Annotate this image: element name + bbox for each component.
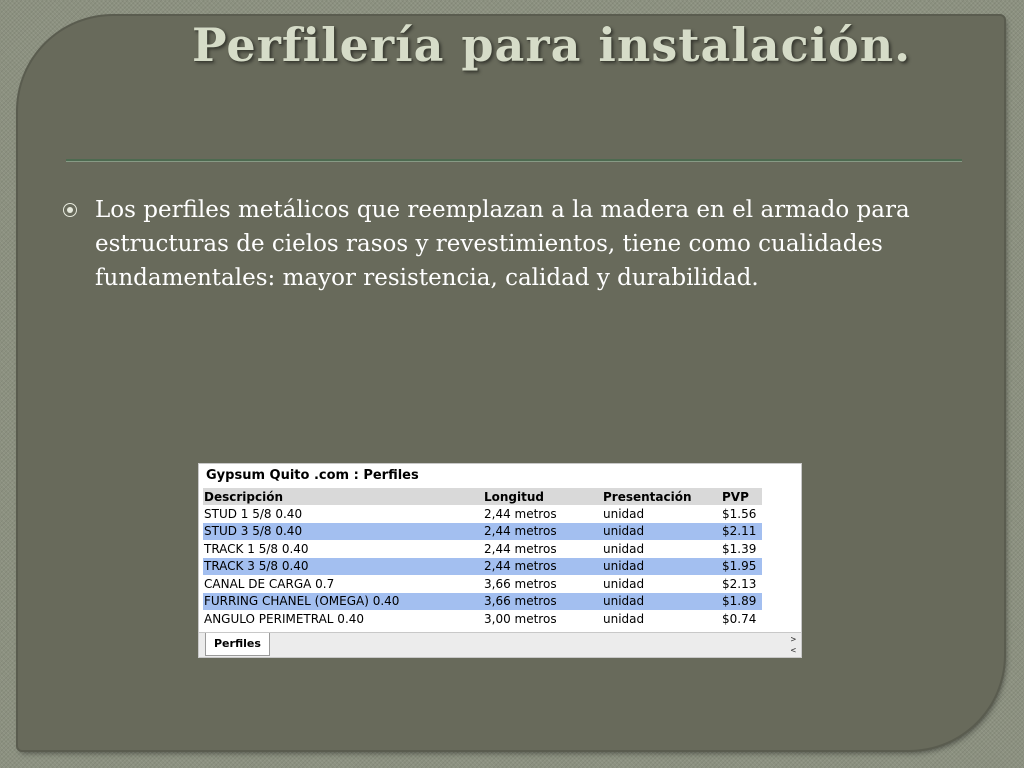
cell-presentacion: unidad <box>603 506 645 521</box>
column-header-presentacion: Presentación <box>602 488 721 505</box>
cell-longitud: 2,44 metros <box>483 522 602 540</box>
cell-pvp: $1.56 <box>722 506 757 521</box>
cell-pvp: $2.11 <box>721 522 762 540</box>
cell-presentacion: unidad <box>602 522 721 540</box>
table-row: CANAL DE CARGA 0.7 3,66 metros unidad $2… <box>203 575 762 593</box>
bullet-text: Los perfiles metálicos que reemplazan a … <box>95 197 910 291</box>
cell-descripcion: STUD 3 5/8 0.40 <box>203 522 483 540</box>
column-header-longitud: Longitud <box>483 488 602 505</box>
column-header-pvp: PVP <box>721 488 762 505</box>
cell-descripcion: ANGULO PERIMETRAL 0.40 <box>204 611 365 626</box>
cell-longitud: 2,44 metros <box>483 557 602 575</box>
scroll-right-icon: > <box>790 635 796 645</box>
cell-descripcion: STUD 1 5/8 0.40 <box>204 506 303 521</box>
cell-longitud: 3,66 metros <box>483 592 602 610</box>
sheet-tab-bar: Perfiles > < <box>199 632 801 657</box>
cell-descripcion: TRACK 1 5/8 0.40 <box>204 541 309 556</box>
cell-presentacion: unidad <box>603 611 645 626</box>
title-divider <box>66 159 962 162</box>
table-row: TRACK 3 5/8 0.40 2,44 metros unidad $1.9… <box>203 557 762 575</box>
sheet-title: Gypsum Quito .com : Perfiles <box>206 468 419 483</box>
table-row: STUD 1 5/8 0.40 2,44 metros unidad $1.56 <box>203 505 762 523</box>
cell-descripcion: CANAL DE CARGA 0.7 <box>204 576 335 591</box>
cell-longitud: 3,00 metros <box>484 611 557 626</box>
cell-pvp: $1.95 <box>721 557 762 575</box>
table-row: ANGULO PERIMETRAL 0.40 3,00 metros unida… <box>203 610 762 628</box>
cell-pvp: $1.89 <box>721 592 762 610</box>
cell-longitud: 3,66 metros <box>484 576 557 591</box>
scroll-left-icon: < <box>790 646 796 656</box>
table-row: FURRING CHANEL (OMEGA) 0.40 3,66 metros … <box>203 592 762 610</box>
cell-presentacion: unidad <box>602 592 721 610</box>
cell-longitud: 2,44 metros <box>484 506 557 521</box>
bullet-circle-icon <box>63 203 77 217</box>
table-row: TRACK 1 5/8 0.40 2,44 metros unidad $1.3… <box>203 540 762 558</box>
cell-descripcion: TRACK 3 5/8 0.40 <box>203 557 483 575</box>
cell-descripcion: FURRING CHANEL (OMEGA) 0.40 <box>203 592 483 610</box>
cell-pvp: $1.39 <box>722 541 757 556</box>
slide-title: Perfilería para instalación. <box>192 18 912 72</box>
cell-pvp: $0.74 <box>722 611 757 626</box>
cell-presentacion: unidad <box>602 557 721 575</box>
cell-presentacion: unidad <box>603 576 645 591</box>
spreadsheet-image: Gypsum Quito .com : Perfiles Descripción… <box>198 463 802 658</box>
sheet-tab-perfiles: Perfiles <box>205 633 270 656</box>
table-row: STUD 3 5/8 0.40 2,44 metros unidad $2.11 <box>203 522 762 540</box>
cell-pvp: $2.13 <box>722 576 757 591</box>
cell-longitud: 2,44 metros <box>484 541 557 556</box>
prices-table: Descripción Longitud Presentación PVP ST… <box>203 488 762 628</box>
table-header-row: Descripción Longitud Presentación PVP <box>203 488 762 505</box>
cell-presentacion: unidad <box>603 541 645 556</box>
column-header-descripcion: Descripción <box>203 488 483 505</box>
